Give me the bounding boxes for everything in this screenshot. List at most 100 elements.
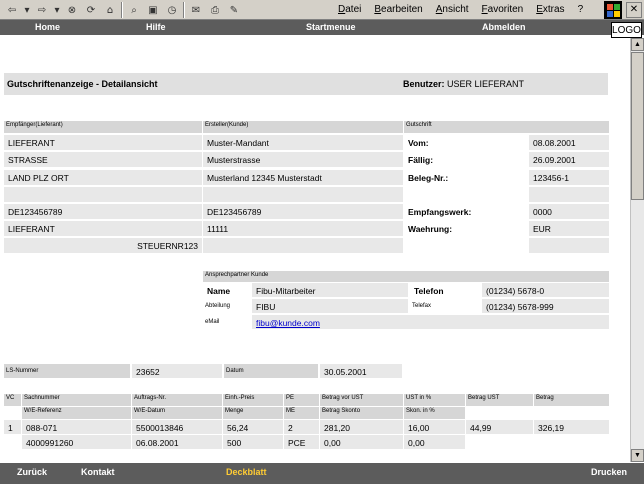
contact-dept-value: FIBU: [252, 299, 408, 313]
scroll-up-icon[interactable]: ▲: [631, 38, 644, 51]
refresh-icon[interactable]: ⟳: [83, 2, 99, 18]
menu-datei[interactable]: Datei: [338, 4, 361, 15]
table-cell: 281,20: [320, 420, 403, 434]
credit-value: 123456-1: [529, 170, 609, 185]
recipient-line: LAND PLZ ORT: [4, 170, 202, 185]
table-cell: 2: [284, 420, 319, 434]
creator-line: Musterland 12345 Musterstadt: [203, 170, 403, 185]
col-ust-prozent: UST in %: [404, 394, 465, 406]
vertical-scrollbar[interactable]: ▲ ▼: [630, 38, 644, 462]
favorites-icon[interactable]: ▣: [145, 2, 161, 18]
credit-label: Vom:: [404, 135, 528, 150]
nav-abmelden[interactable]: Abmelden: [482, 22, 526, 32]
col-betrag-ust: Betrag UST: [466, 394, 533, 406]
credit-label: [404, 187, 528, 202]
creator-line: Musterstrasse: [203, 152, 403, 167]
col-pe: PE: [284, 394, 319, 406]
close-icon[interactable]: ✕: [626, 2, 642, 18]
table-cell: 06.08.2001: [132, 435, 222, 449]
contact-header: Ansprechpartner Kunde: [203, 271, 609, 282]
credit-label: [404, 238, 528, 253]
user-value: USER LIEFERANT: [447, 79, 525, 89]
col-skonto-prozent: Skon. in %: [404, 407, 465, 419]
browser-toolbar: ⇦ ▾ ⇨ ▾ ⊗ ⟳ ⌂ ⌕ ▣ ◷ ✉ ⎙ ✎ Datei Bearbeit…: [0, 0, 644, 20]
forward-icon[interactable]: ⇨: [34, 2, 50, 18]
contact-name-label: Name: [203, 283, 250, 297]
table-cell: 16,00: [404, 420, 465, 434]
nav-deckblatt[interactable]: Deckblatt: [226, 467, 267, 477]
col-auftragsnr: Auftrags-Nr.: [132, 394, 222, 406]
menu-extras[interactable]: Extras: [536, 4, 564, 15]
menu-favoriten[interactable]: Favoriten: [482, 4, 524, 15]
credit-value: EUR: [529, 221, 609, 236]
table-cell: 44,99: [466, 420, 533, 434]
dropdown-icon[interactable]: ▾: [53, 2, 61, 18]
menu-ansicht[interactable]: Ansicht: [436, 4, 469, 15]
creator-line: [203, 187, 403, 202]
recipient-line: LIEFERANT: [4, 135, 202, 150]
contact-email-label: eMail: [203, 315, 250, 329]
table-cell: PCE: [284, 435, 319, 449]
home-icon[interactable]: ⌂: [102, 2, 118, 18]
search-icon[interactable]: ⌕: [126, 2, 142, 18]
table-cell: 500: [223, 435, 283, 449]
col-vc: VC: [4, 394, 21, 406]
nav-kontakt[interactable]: Kontakt: [81, 467, 115, 477]
creator-line: Muster-Mandant: [203, 135, 403, 150]
menu-help[interactable]: ?: [578, 4, 584, 15]
credit-value: [529, 238, 609, 253]
contact-phone-label: Telefon: [410, 283, 480, 297]
table-cell: 0,00: [320, 435, 403, 449]
creator-line: [203, 238, 403, 253]
history-icon[interactable]: ◷: [164, 2, 180, 18]
user-info: Benutzer: USER LIEFERANT: [403, 79, 524, 89]
col-we-datum: W/E-Datum: [132, 407, 222, 419]
nav-startmenue[interactable]: Startmenue: [306, 22, 356, 32]
contact-email-link[interactable]: fibu@kunde.com: [256, 318, 320, 328]
table-cell: 1: [4, 420, 21, 434]
print-icon[interactable]: ⎙: [207, 2, 223, 18]
stop-icon[interactable]: ⊗: [64, 2, 80, 18]
user-label: Benutzer:: [403, 79, 445, 89]
back-icon[interactable]: ⇦: [4, 2, 20, 18]
recipient-line: LIEFERANT: [4, 221, 202, 236]
scroll-thumb[interactable]: [631, 52, 644, 200]
ls-date-value: 30.05.2001: [320, 364, 402, 378]
top-navigation: Home Hilfe Startmenue Abmelden: [0, 20, 644, 35]
dropdown-icon[interactable]: ▾: [23, 2, 31, 18]
col-einheitspreis: Einh.-Preis: [223, 394, 283, 406]
credit-value: 26.09.2001: [529, 152, 609, 167]
table-cell: 4000991260: [22, 435, 131, 449]
nav-home[interactable]: Home: [35, 22, 60, 32]
col-betrag-vor-ust: Betrag vor UST: [320, 394, 403, 406]
browser-menu: Datei Bearbeiten Ansicht Favoriten Extra…: [338, 4, 583, 15]
ls-number-value: 23652: [132, 364, 222, 378]
table-cell: 5500013846: [132, 420, 222, 434]
credit-label: Empfangswerk:: [404, 204, 528, 219]
creator-line: DE123456789: [203, 204, 403, 219]
contact-email-cell: fibu@kunde.com: [252, 315, 609, 329]
credit-label: Waehrung:: [404, 221, 528, 236]
nav-hilfe[interactable]: Hilfe: [146, 22, 166, 32]
table-cell: 56,24: [223, 420, 283, 434]
credit-header: Gutschrift: [404, 121, 609, 133]
windows-logo-icon: [604, 1, 622, 19]
creator-header: Ersteller(Kunde): [203, 121, 403, 133]
scroll-down-icon[interactable]: ▼: [631, 449, 644, 462]
recipient-line: [4, 187, 202, 202]
ls-date-label: Datum: [224, 364, 318, 378]
col-sachnummer: Sachnummer: [22, 394, 131, 406]
edit-icon[interactable]: ✎: [226, 2, 242, 18]
nav-drucken[interactable]: Drucken: [591, 467, 627, 477]
table-cell: 326,19: [534, 420, 609, 434]
contact-fax-label: Telefax: [410, 299, 480, 313]
page-title-bar: Gutschriftenanzeige - Detailansicht Benu…: [4, 73, 608, 95]
nav-zurueck[interactable]: Zurück: [17, 467, 47, 477]
logo: LOGO: [611, 22, 642, 38]
recipient-line: STEUERNR123: [4, 238, 202, 253]
credit-label: Fällig:: [404, 152, 528, 167]
menu-bearbeiten[interactable]: Bearbeiten: [374, 4, 422, 15]
contact-fax-value: (01234) 5678-999: [482, 299, 609, 313]
ls-number-label: LS-Nummer: [4, 364, 130, 378]
mail-icon[interactable]: ✉: [188, 2, 204, 18]
